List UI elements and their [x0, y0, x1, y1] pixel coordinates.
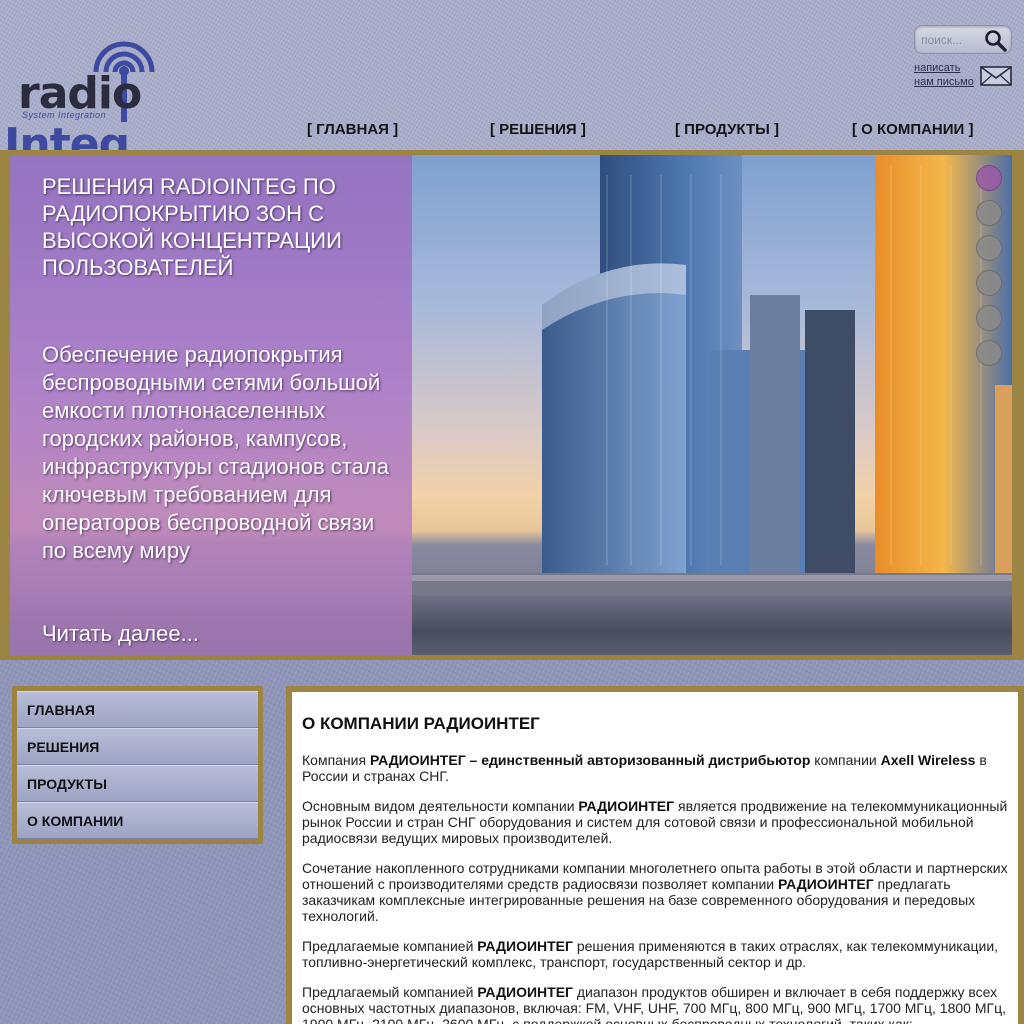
p1-brand: Axell Wireless — [880, 752, 976, 768]
paragraph-2: Основным видом деятельности компании РАД… — [302, 798, 1008, 846]
p2-text: Основным видом деятельности компании — [302, 798, 579, 814]
search-input[interactable] — [921, 31, 985, 49]
p1-text: Компания — [302, 752, 370, 768]
read-more-link[interactable]: Читать далее... — [42, 621, 199, 647]
paragraph-3: Сочетание накопленного сотрудниками комп… — [302, 860, 1008, 924]
slide-dot-5[interactable] — [976, 305, 1002, 331]
p1-bold: РАДИОИНТЕГ – единственный авторизованный… — [369, 752, 811, 768]
slide-dot-3[interactable] — [976, 235, 1002, 261]
banner-title: РЕШЕНИЯ RADIOINTEG ПО РАДИОПОКРЫТИЮ ЗОН … — [42, 174, 342, 280]
header: radioInteg System Integration написать н… — [0, 0, 1024, 170]
sidebar-item-about[interactable]: О КОМПАНИИ — [17, 802, 258, 839]
search-icon[interactable] — [983, 28, 1007, 52]
page-title: О КОМПАНИИ РАДИОИНТЕГ — [302, 714, 540, 733]
topnav-home[interactable]: [ ГЛАВНАЯ ] — [307, 121, 398, 138]
top-navigation: [ ГЛАВНАЯ ] [ РЕШЕНИЯ ] [ ПРОДУКТЫ ] [ О… — [0, 121, 1024, 139]
search-box — [914, 25, 1012, 54]
banner-text-overlay: РЕШЕНИЯ RADIOINTEG ПО РАДИОПОКРЫТИЮ ЗОН … — [10, 155, 412, 655]
sidebar-item-solutions[interactable]: РЕШЕНИЯ — [17, 728, 258, 765]
p3-bold: РАДИОИНТЕГ — [777, 876, 874, 892]
topnav-solutions[interactable]: [ РЕШЕНИЯ ] — [490, 121, 586, 138]
p1-text-2: компании — [810, 752, 881, 768]
hero-banner: РЕШЕНИЯ RADIOINTEG ПО РАДИОПОКРЫТИЮ ЗОН … — [10, 155, 1012, 655]
slide-dot-6[interactable] — [976, 340, 1002, 366]
topnav-about[interactable]: [ О КОМПАНИИ ] — [852, 121, 974, 138]
mail-line1: написать — [914, 62, 961, 74]
slide-dot-2[interactable] — [976, 200, 1002, 226]
paragraph-1: Компания РАДИОИНТЕГ – единственный автор… — [302, 752, 1008, 784]
topnav-products[interactable]: [ ПРОДУКТЫ ] — [675, 121, 779, 138]
banner-body: Обеспечение радиопокрытия беспроводными … — [42, 342, 389, 563]
slide-dot-4[interactable] — [976, 270, 1002, 296]
slide-dot-1[interactable] — [976, 165, 1002, 191]
contact-mail-link[interactable]: написать нам письмо — [914, 61, 1014, 91]
paragraph-5: Предлагаемый компанией РАДИОИНТЕГ диапаз… — [302, 984, 1008, 1024]
main-content: О КОМПАНИИ РАДИОИНТЕГ Компания РАДИОИНТЕ… — [292, 692, 1018, 1024]
mail-line2: нам письмо — [914, 76, 974, 88]
sidebar-item-home[interactable]: ГЛАВНАЯ — [17, 691, 258, 728]
p4-bold: РАДИОИНТЕГ — [477, 938, 573, 954]
p2-bold: РАДИОИНТЕГ — [578, 798, 675, 814]
contact-mail-text[interactable]: написать нам письмо — [914, 61, 974, 89]
envelope-icon[interactable] — [980, 66, 1012, 86]
p4-text: Предлагаемые компанией — [302, 938, 478, 954]
sidebar-item-products[interactable]: ПРОДУКТЫ — [17, 765, 258, 802]
logo[interactable]: radioInteg System Integration — [4, 24, 226, 170]
p5-text: Предлагаемый компанией — [302, 984, 478, 1000]
slider-pagination — [976, 165, 1004, 375]
sidebar-menu: ГЛАВНАЯ РЕШЕНИЯ ПРОДУКТЫ О КОМПАНИИ — [17, 691, 258, 839]
logo-subtitle: System Integration — [22, 110, 107, 120]
p5-bold: РАДИОИНТЕГ — [477, 984, 573, 1000]
paragraph-4: Предлагаемые компанией РАДИОИНТЕГ решени… — [302, 938, 1008, 970]
